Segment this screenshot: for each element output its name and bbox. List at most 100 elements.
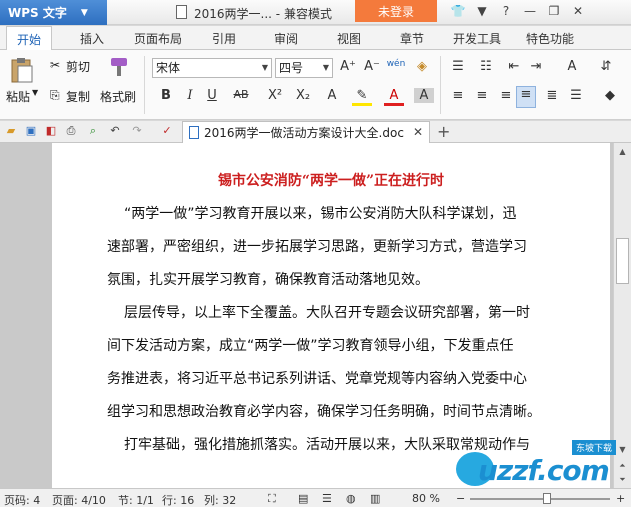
tab-sections[interactable]: 章节: [400, 30, 424, 47]
paragraph-line: 组学习和思想政治教育必学内容，确保学习任务明确，时间节点清晰。: [107, 404, 541, 420]
customize-icon[interactable]: ✓: [160, 124, 174, 138]
indent-increase-icon[interactable]: ⇥: [526, 59, 546, 74]
numbered-list-icon[interactable]: ☷: [476, 59, 496, 74]
align-justify-icon[interactable]: ≡: [516, 86, 536, 108]
reading-view-icon[interactable]: ▥: [370, 492, 380, 505]
grow-font-button[interactable]: A⁺: [338, 59, 358, 74]
status-row: 行: 16: [162, 494, 195, 507]
ribbon-toolbar: 粘贴 ▼ ✂ 剪切 ⎘ 复制 格式刷 宋体 ▼ 四号 ▼ A⁺ A⁻ wén ◈…: [0, 50, 631, 120]
skin-icon[interactable]: ▼: [470, 4, 494, 18]
document-page[interactable]: 锡市公安消防“两学一做”正在进行时 “两学一做”学习教育开展以来，锡市公安消防大…: [52, 143, 610, 488]
zoom-value[interactable]: 80 %: [412, 492, 440, 505]
tab-developer[interactable]: 开发工具: [453, 30, 501, 47]
pinyin-button[interactable]: wén: [386, 59, 406, 69]
quick-access-bar: ▰ ▣ ◧ ⎙ ⌕ ↶ ↷ ✓ 2016两学一做活动方案设计大全.doc ✕ +: [0, 121, 631, 143]
scroll-thumb[interactable]: [616, 238, 629, 284]
font-size-select[interactable]: 四号 ▼: [275, 58, 333, 78]
zoom-slider[interactable]: [470, 493, 610, 504]
chevron-down-icon[interactable]: ▼: [32, 88, 38, 97]
zoom-out-icon[interactable]: −: [456, 492, 465, 505]
tab-page-layout[interactable]: 页面布局: [134, 30, 182, 47]
align-right-icon[interactable]: ≡: [496, 88, 516, 103]
divider: [144, 56, 145, 114]
highlight-icon[interactable]: ✎: [352, 88, 372, 106]
title-bar: WPS 文字 ▼ 2016两学一... - 兼容模式 未登录 👕 ▼ ? — ❐…: [0, 0, 631, 25]
format-painter-button[interactable]: 格式刷: [100, 88, 136, 105]
chevron-down-icon: ▼: [322, 63, 330, 72]
export-pdf-icon[interactable]: ◧: [44, 124, 58, 138]
close-tab-icon[interactable]: ✕: [413, 125, 423, 139]
web-view-icon[interactable]: ◍: [346, 492, 356, 505]
tab-features[interactable]: 特色功能: [526, 30, 574, 47]
close-icon[interactable]: ✕: [566, 4, 590, 18]
tab-home[interactable]: 开始: [6, 26, 53, 51]
indent-decrease-icon[interactable]: ⇤: [504, 59, 524, 74]
bold-button[interactable]: B: [156, 88, 176, 103]
chevron-down-icon: ▼: [261, 63, 269, 72]
zoom-in-icon[interactable]: +: [616, 492, 625, 505]
underline-button[interactable]: U: [202, 88, 222, 103]
superscript-button[interactable]: X²: [264, 88, 286, 103]
watermark-logo: uzzf.com 东坡下载: [456, 440, 631, 488]
watermark-sub: 东坡下载: [572, 440, 617, 455]
document-icon: [176, 5, 187, 19]
copy-icon[interactable]: ⎘: [50, 88, 60, 103]
text-direction-icon[interactable]: A: [562, 59, 582, 74]
page-view-icon[interactable]: ▤: [298, 492, 308, 505]
bullet-list-icon[interactable]: ☰: [448, 59, 468, 74]
subscript-button[interactable]: X₂: [292, 88, 314, 103]
align-center-icon[interactable]: ≡: [472, 88, 492, 103]
distribute-icon[interactable]: ≣: [542, 88, 562, 103]
wps-writer-window: WPS 文字 ▼ 2016两学一... - 兼容模式 未登录 👕 ▼ ? — ❐…: [0, 0, 631, 507]
font-name-value: 宋体: [156, 61, 181, 75]
document-area: 锡市公安消防“两学一做”正在进行时 “两学一做”学习教育开展以来，锡市公安消防大…: [0, 143, 613, 488]
italic-button[interactable]: I: [180, 88, 200, 103]
restore-icon[interactable]: ❐: [542, 4, 566, 18]
tab-view[interactable]: 视图: [337, 30, 361, 47]
undo-icon[interactable]: ↶: [108, 124, 122, 138]
align-left-icon[interactable]: ≡: [448, 88, 468, 103]
word-doc-icon: [189, 126, 199, 139]
new-tab-icon[interactable]: +: [437, 122, 450, 141]
login-button[interactable]: 未登录: [355, 0, 437, 22]
print-preview-icon[interactable]: ⌕: [86, 124, 100, 138]
wps-menu-button[interactable]: WPS 文字 ▼: [0, 0, 107, 25]
text-effect-icon[interactable]: A: [322, 88, 342, 103]
clear-format-icon[interactable]: ◈: [412, 59, 432, 74]
ribbon-tabs: 开始 插入 页面布局 引用 审阅 视图 章节 开发工具 特色功能: [0, 26, 631, 51]
tab-review[interactable]: 审阅: [274, 30, 298, 47]
strikethrough-button[interactable]: AB: [228, 88, 254, 101]
font-color-icon[interactable]: A: [384, 88, 404, 106]
status-bar: 页码: 4 页面: 4/10 节: 1/1 行: 16 列: 32 ⛶ ▤ ☰ …: [0, 488, 631, 507]
document-tab[interactable]: 2016两学一做活动方案设计大全.doc ✕: [182, 121, 430, 143]
char-shading-icon[interactable]: A: [414, 88, 434, 103]
status-page: 页面: 4/10: [52, 494, 106, 507]
shirt-icon[interactable]: 👕: [446, 4, 470, 18]
zoom-slider-knob[interactable]: [543, 493, 551, 504]
redo-icon[interactable]: ↷: [130, 124, 144, 138]
paste-icon[interactable]: [8, 56, 38, 84]
paragraph-line: 速部署，严密组织，进一步拓展学习思路，更新学习方式，营造学习: [107, 239, 527, 255]
vertical-scrollbar[interactable]: ▲ ▼ ⏶ ⏷: [613, 143, 631, 488]
save-icon[interactable]: ▣: [24, 124, 38, 138]
paragraph-line: 间下发活动方案，成立“两学一做”学习教育领导小组，下发重点任: [107, 338, 514, 354]
copy-button[interactable]: 复制: [66, 88, 90, 105]
fullscreen-icon[interactable]: ⛶: [268, 492, 276, 506]
help-icon[interactable]: ?: [494, 4, 518, 18]
scissors-icon[interactable]: ✂: [50, 58, 60, 72]
tab-insert[interactable]: 插入: [80, 30, 104, 47]
format-painter-icon[interactable]: [108, 56, 130, 78]
minimize-icon[interactable]: —: [518, 4, 542, 18]
line-spacing-icon[interactable]: ⇵: [596, 59, 616, 74]
print-icon[interactable]: ⎙: [64, 124, 78, 138]
outline-view-icon[interactable]: ☰: [322, 492, 332, 505]
shrink-font-button[interactable]: A⁻: [362, 59, 382, 74]
paste-button[interactable]: 粘贴: [6, 88, 30, 105]
cut-button[interactable]: 剪切: [66, 58, 90, 75]
scroll-up-icon[interactable]: ▲: [614, 145, 631, 159]
open-folder-icon[interactable]: ▰: [4, 124, 18, 138]
font-name-select[interactable]: 宋体 ▼: [152, 58, 272, 78]
paragraph-spacing-icon[interactable]: ☰: [566, 88, 586, 103]
shading-fill-icon[interactable]: ◆: [600, 88, 620, 103]
tab-references[interactable]: 引用: [212, 30, 236, 47]
